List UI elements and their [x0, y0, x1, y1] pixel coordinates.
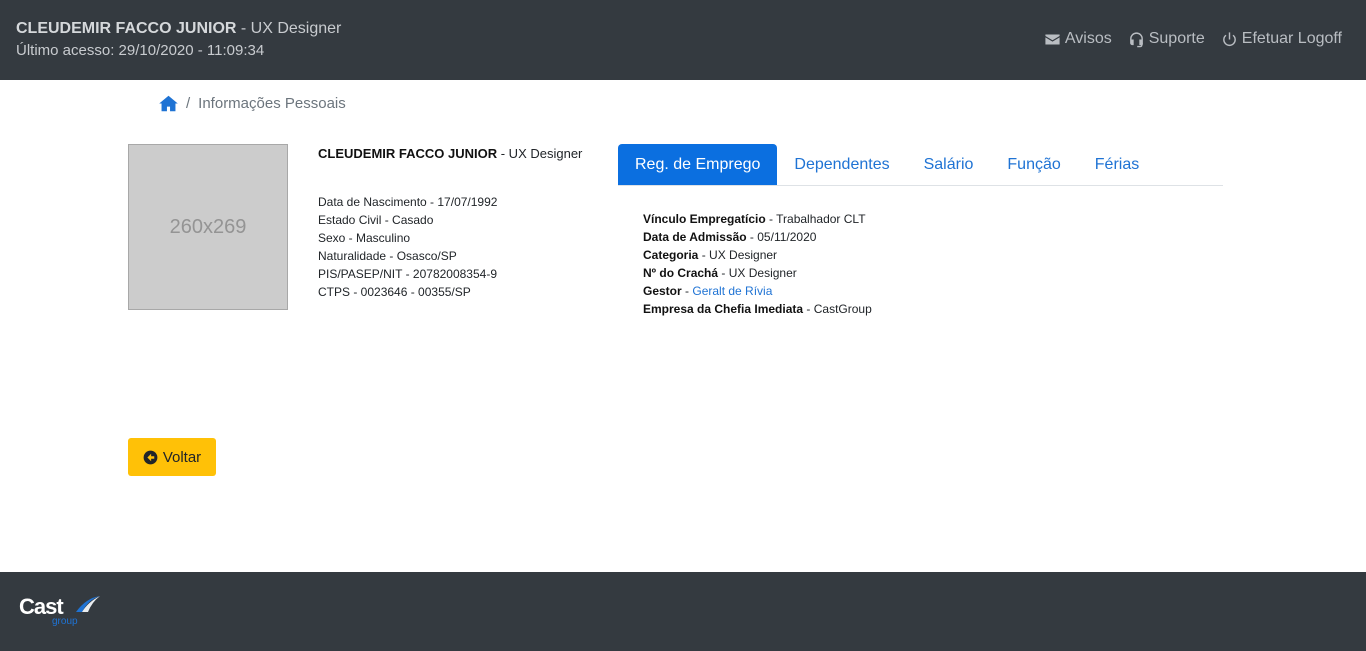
detail-birth-date: Data de Nascimento - 17/07/1992 — [318, 195, 498, 209]
avisos-label: Avisos — [1064, 30, 1112, 47]
detail-sex: Sexo - Masculino — [318, 231, 411, 245]
gestor-link[interactable]: Geralt de Rívia — [692, 284, 772, 298]
emp-row-vinculo: Vínculo Empregatício - Trabalhador CLT — [643, 212, 866, 226]
header-user-name: CLEUDEMIR FACCO JUNIOR — [16, 20, 237, 37]
profile-heading: CLEUDEMIR FACCO JUNIOR - UX Designer — [318, 145, 582, 163]
header-user-role: - UX Designer — [236, 20, 342, 37]
emp-row-cracha: Nº do Crachá - UX Designer — [643, 266, 797, 280]
profile-role: - UX Designer — [497, 146, 583, 161]
logoff-link[interactable]: Efetuar Logoff — [1221, 30, 1342, 48]
avisos-link[interactable]: Avisos — [1044, 30, 1112, 48]
castgroup-logo: Cast group — [19, 594, 109, 634]
profile-photo-placeholder: 260x269 — [128, 144, 288, 310]
header-nav: Avisos Suporte Efetuar Logoff — [1044, 30, 1342, 48]
envelope-icon — [1045, 34, 1060, 44]
tab-ferias[interactable]: Férias — [1078, 144, 1156, 185]
detail-pis: PIS/PASEP/NIT - 20782008354-9 — [318, 267, 497, 281]
arrow-circle-left-icon — [143, 450, 158, 464]
profile-name: CLEUDEMIR FACCO JUNIOR — [318, 146, 498, 161]
emp-row-categoria: Categoria - UX Designer — [643, 248, 778, 262]
back-button-label: Voltar — [162, 448, 202, 466]
back-button[interactable]: Voltar — [128, 438, 216, 476]
tab-funcao[interactable]: Função — [990, 144, 1077, 185]
last-access: Último acesso: 29/10/2020 - 11:09:34 — [16, 42, 265, 59]
breadcrumb: / Informações Pessoais — [159, 95, 346, 112]
tab-dependentes[interactable]: Dependentes — [777, 144, 906, 185]
emp-row-admissao: Data de Admissão - 05/11/2020 — [643, 230, 817, 244]
tab-salario[interactable]: Salário — [907, 144, 991, 185]
user-heading: CLEUDEMIR FACCO JUNIOR - UX Designer — [16, 18, 341, 40]
photo-placeholder-text: 260x269 — [169, 215, 247, 238]
personal-details: Data de Nascimento - 17/07/1992 Estado C… — [318, 193, 582, 301]
personal-info: CLEUDEMIR FACCO JUNIOR - UX Designer Dat… — [318, 145, 582, 301]
top-header: CLEUDEMIR FACCO JUNIOR - UX Designer Últ… — [0, 0, 1366, 80]
logo-swoosh-icon — [76, 596, 100, 612]
breadcrumb-current: Informações Pessoais — [198, 95, 346, 112]
suporte-link[interactable]: Suporte — [1128, 30, 1205, 48]
suporte-label: Suporte — [1148, 30, 1205, 47]
power-icon — [1222, 31, 1236, 46]
emp-row-gestor: Gestor - Geralt de Rívia — [643, 284, 773, 298]
emp-row-empresa: Empresa da Chefia Imediata - CastGroup — [643, 302, 872, 316]
info-tabs: Reg. de Emprego Dependentes Salário Funç… — [618, 144, 1223, 186]
logoff-label: Efetuar Logoff — [1241, 30, 1342, 47]
detail-birthplace: Naturalidade - Osasco/SP — [318, 249, 457, 263]
home-icon[interactable] — [159, 95, 178, 112]
detail-ctps: CTPS - 0023646 - 00355/SP — [318, 285, 471, 299]
employment-info: Vínculo Empregatício - Trabalhador CLT D… — [643, 210, 872, 318]
detail-marital-status: Estado Civil - Casado — [318, 213, 434, 227]
footer — [0, 572, 1366, 651]
logo-subtext: group — [52, 616, 78, 627]
breadcrumb-separator: / — [186, 95, 191, 112]
tab-reg-emprego[interactable]: Reg. de Emprego — [618, 144, 778, 185]
headset-icon — [1129, 31, 1143, 47]
